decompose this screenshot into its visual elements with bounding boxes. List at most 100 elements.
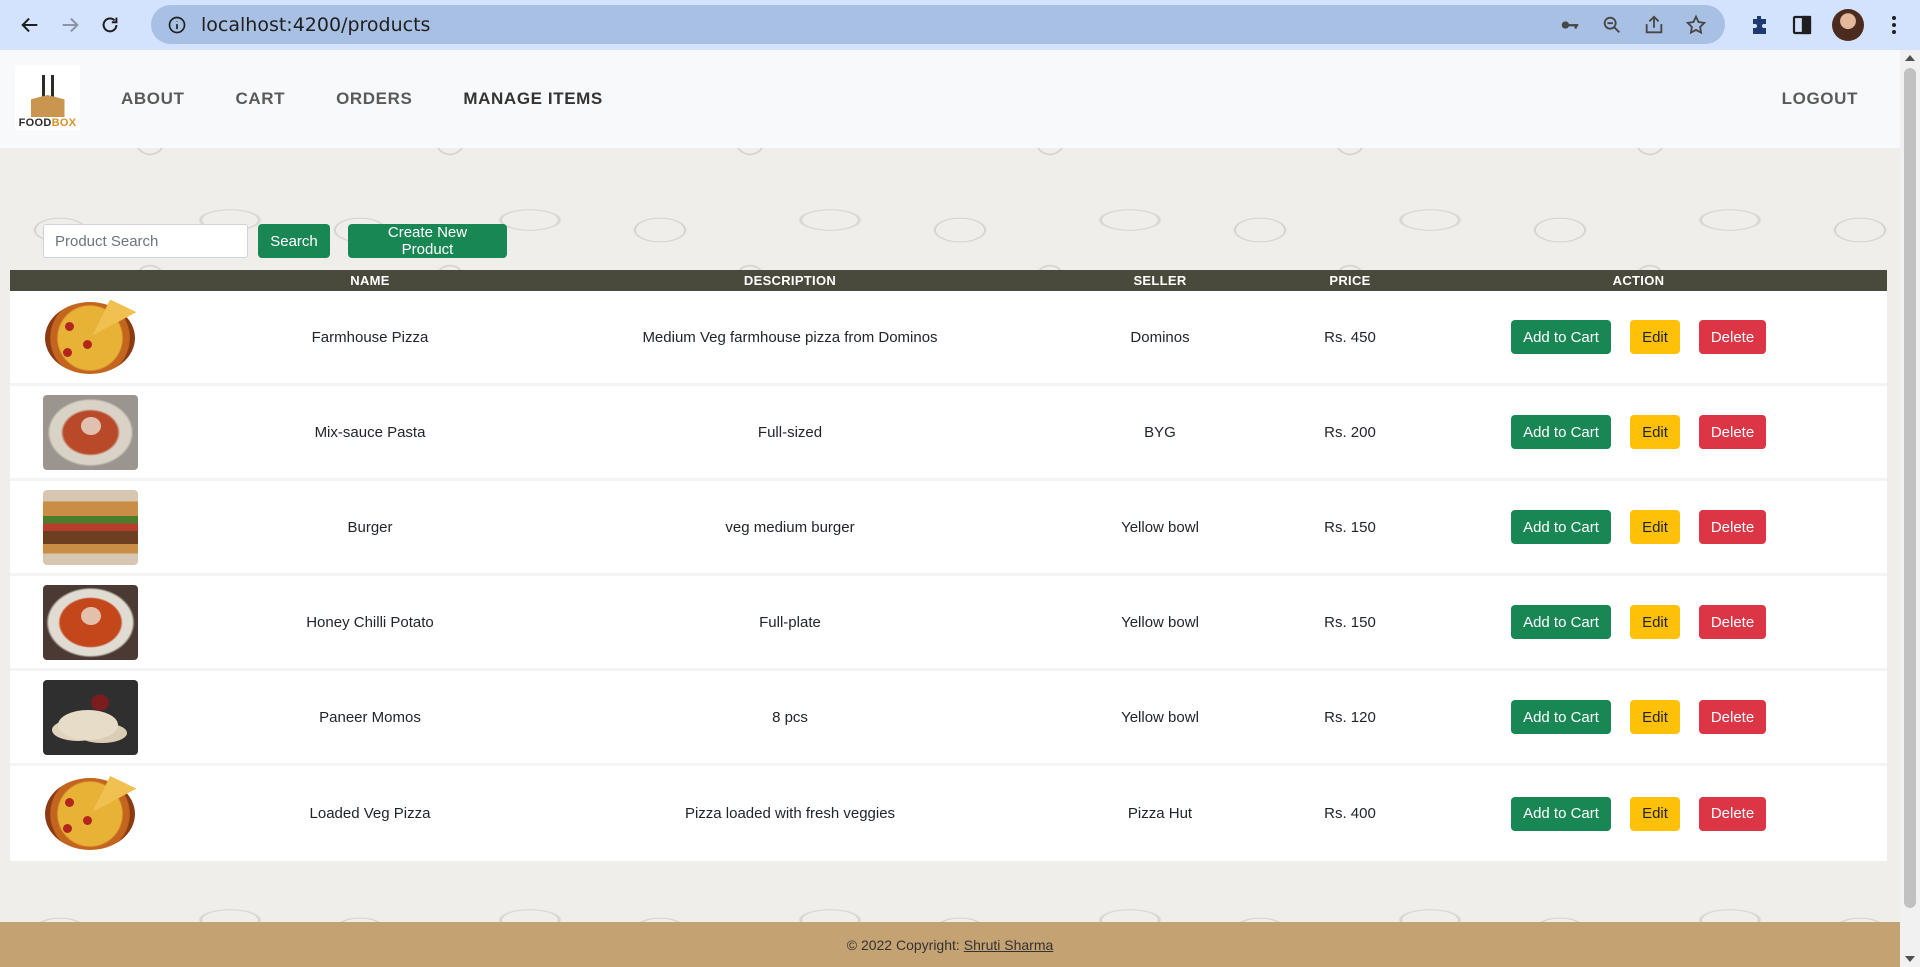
delete-button[interactable]: Delete [1699,700,1766,734]
forward-button[interactable] [50,5,90,45]
table-row: Paneer Momos 8 pcs Yellow bowl Rs. 120 A… [10,671,1887,766]
back-button[interactable] [10,5,50,45]
table-header: NAME DESCRIPTION SELLER PRICE ACTION [10,270,1887,291]
browser-toolbar: localhost:4200/products [0,0,1920,50]
product-description: 8 pcs [772,708,808,726]
delete-button[interactable]: Delete [1699,796,1766,831]
header-description: DESCRIPTION [743,273,837,288]
arrow-right-icon [62,17,79,33]
delete-button[interactable]: Delete [1699,510,1766,544]
edit-button[interactable]: Edit [1630,510,1680,544]
header-seller: SELLER [1133,273,1187,288]
page-viewport: FOODBOX ABOUT CART ORDERS MANAGE ITEMS L… [0,50,1900,967]
info-icon[interactable] [167,15,187,35]
product-description: veg medium burger [725,518,855,536]
honey-chilli-potato-image [42,584,138,660]
scroll-down-icon[interactable] [1905,956,1915,962]
table-row: Burger veg medium burger Yellow bowl Rs.… [10,481,1887,576]
footer: © 2022 Copyright: Shruti Sharma [0,922,1900,967]
product-price: Rs. 400 [1324,805,1376,822]
pizza-image [42,299,138,375]
header-price: PRICE [1329,273,1371,288]
edit-button[interactable]: Edit [1630,605,1680,639]
product-name: Burger [347,518,393,536]
pizza-image [42,776,138,851]
product-price: Rs. 450 [1324,328,1376,346]
profile-avatar[interactable] [1832,9,1864,41]
reload-icon [102,17,118,33]
product-seller: BYG [1144,423,1176,441]
edit-button[interactable]: Edit [1630,320,1680,354]
add-to-cart-button[interactable]: Add to Cart [1511,700,1611,734]
table-row: Mix-sauce Pasta Full-sized BYG Rs. 200 A… [10,386,1887,481]
arrow-left-icon [21,17,38,33]
app-navbar: FOODBOX ABOUT CART ORDERS MANAGE ITEMS L… [0,50,1900,148]
edit-button[interactable]: Edit [1630,796,1680,831]
create-new-product-button[interactable]: Create New Product [348,224,507,258]
edit-button[interactable]: Edit [1630,700,1680,734]
nav-manage-items[interactable]: MANAGE ITEMS [463,89,602,109]
product-seller: Pizza Hut [1127,805,1193,822]
scrollbar-thumb[interactable] [1904,68,1916,908]
food-box-icon [25,75,71,117]
product-name: Farmhouse Pizza [311,328,429,346]
product-seller: Dominos [1130,328,1190,346]
logo-text: FOODBOX [18,117,77,129]
product-description: Medium Veg farmhouse pizza from Dominos [642,328,938,346]
address-bar[interactable]: localhost:4200/products [151,5,1725,44]
nav-orders[interactable]: ORDERS [336,89,412,109]
side-panel-icon[interactable] [1790,13,1814,37]
product-name: Paneer Momos [319,708,421,726]
momos-image [42,679,138,755]
add-to-cart-button[interactable]: Add to Cart [1511,605,1611,639]
url-text: localhost:4200/products [201,13,431,36]
edit-button[interactable]: Edit [1630,415,1680,449]
add-to-cart-button[interactable]: Add to Cart [1511,510,1611,544]
header-action: ACTION [1612,273,1665,288]
product-seller: Yellow bowl [1121,708,1199,726]
search-button[interactable]: Search [258,224,330,258]
menu-kebab-icon[interactable] [1882,13,1906,37]
add-to-cart-button[interactable]: Add to Cart [1511,320,1611,354]
star-icon[interactable] [1685,14,1707,36]
zoom-icon[interactable] [1601,14,1623,36]
product-price: Rs. 150 [1324,518,1376,536]
delete-button[interactable]: Delete [1699,605,1766,639]
add-to-cart-button[interactable]: Add to Cart [1511,796,1611,831]
foodbox-logo[interactable]: FOODBOX [15,65,80,130]
key-icon[interactable] [1559,14,1581,36]
page-scrollbar[interactable] [1900,50,1920,967]
product-price: Rs. 150 [1324,613,1376,631]
footer-copyright: © 2022 Copyright: [846,936,960,953]
products-table: NAME DESCRIPTION SELLER PRICE ACTION Far… [10,270,1887,861]
product-seller: Yellow bowl [1121,518,1199,536]
pasta-image [42,394,138,470]
product-name: Mix-sauce Pasta [314,423,426,441]
nav-links: ABOUT CART ORDERS MANAGE ITEMS [121,50,603,148]
product-name: Loaded Veg Pizza [309,805,431,822]
product-price: Rs. 120 [1324,708,1376,726]
nav-cart[interactable]: CART [235,89,285,109]
search-row: Search Create New Product [43,224,507,258]
footer-author-link[interactable]: Shruti Sharma [964,937,1053,953]
nav-about[interactable]: ABOUT [121,89,184,109]
header-name: NAME [350,273,390,288]
product-description: Pizza loaded with fresh veggies [684,805,896,822]
delete-button[interactable]: Delete [1699,320,1766,354]
scroll-up-icon[interactable] [1905,55,1915,61]
product-search-input[interactable] [43,224,248,258]
delete-button[interactable]: Delete [1699,415,1766,449]
table-row: Honey Chilli Potato Full-plate Yellow bo… [10,576,1887,671]
product-description: Full-sized [757,423,823,441]
product-seller: Yellow bowl [1121,613,1199,631]
product-price: Rs. 200 [1324,423,1376,441]
burger-image [42,489,138,565]
product-description: Full-plate [759,613,821,631]
table-row: Loaded Veg Pizza Pizza loaded with fresh… [10,766,1887,861]
extensions-icon[interactable] [1748,13,1772,37]
add-to-cart-button[interactable]: Add to Cart [1511,415,1611,449]
reload-button[interactable] [90,5,130,45]
logout-link[interactable]: LOGOUT [1782,50,1858,148]
product-name: Honey Chilli Potato [306,613,434,631]
share-icon[interactable] [1643,14,1665,36]
